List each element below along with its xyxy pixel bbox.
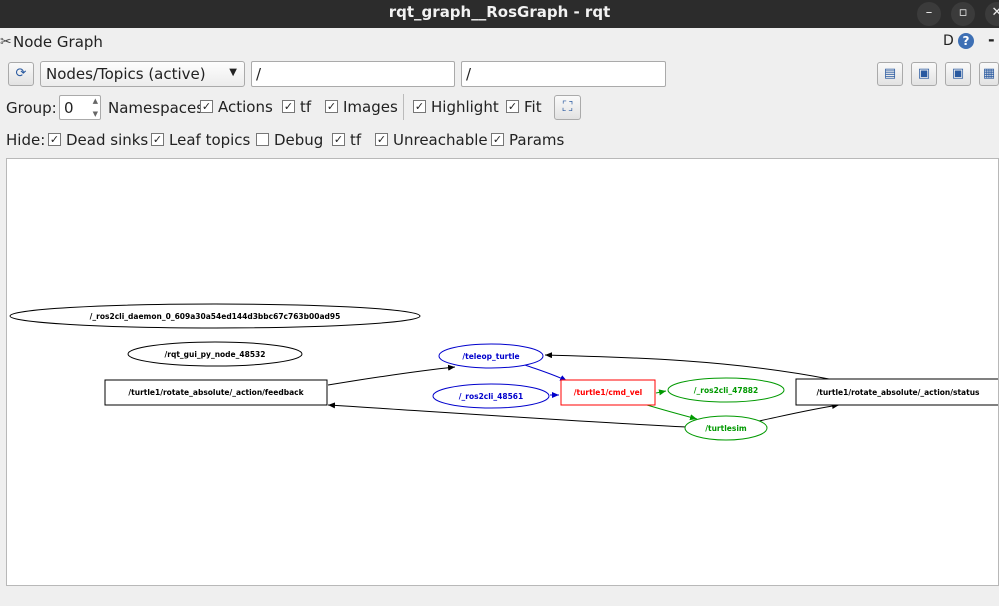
topic-cmd-vel[interactable]: /turtle1/cmd_vel	[560, 379, 656, 406]
spin-down-icon[interactable]: ▼	[93, 110, 98, 118]
exclude-filter-input[interactable]: /	[461, 61, 666, 87]
highlight-label: Highlight	[431, 98, 499, 116]
toolbar-separator	[403, 94, 404, 120]
chevron-down-icon: ▼	[229, 67, 237, 78]
edge-cmdvel-turtlesim	[646, 404, 698, 421]
svg-text:/turtle1/rotate_absolute/_acti: /turtle1/rotate_absolute/_action/status	[817, 388, 981, 397]
svg-text:/_ros2cli_48561: /_ros2cli_48561	[459, 392, 523, 401]
svg-text:/turtlesim: /turtlesim	[705, 424, 747, 433]
leaf-topics-checkbox[interactable]: ✓	[151, 133, 164, 146]
save-icon[interactable]: ▤	[877, 62, 903, 86]
dock-header: ✂ Node Graph	[0, 28, 999, 56]
edge-teleop-cmdvel	[524, 364, 568, 382]
debug-checkbox[interactable]	[256, 133, 269, 146]
spin-up-icon[interactable]: ▲	[93, 97, 98, 105]
svg-text:/_ros2cli_47882: /_ros2cli_47882	[694, 386, 758, 395]
image-icon[interactable]: ▦	[979, 62, 999, 86]
fit-view-icon[interactable]: ⛶	[554, 95, 581, 120]
fit-checkbox[interactable]: ✓	[506, 100, 519, 113]
dead-sinks-label: Dead sinks	[66, 131, 149, 149]
tf-checkbox[interactable]: ✓	[282, 100, 295, 113]
actions-checkbox[interactable]: ✓	[200, 100, 213, 113]
debug-label: Debug	[274, 131, 324, 149]
images-label: Images	[343, 98, 398, 116]
svg-text:/rqt_gui_py_node_48532: /rqt_gui_py_node_48532	[165, 350, 266, 359]
topic-status[interactable]: /turtle1/rotate_absolute/_action/status	[795, 378, 998, 406]
topic-feedback[interactable]: /turtle1/rotate_absolute/_action/feedbac…	[104, 379, 328, 406]
svg-text:/turtle1/rotate_absolute/_acti: /turtle1/rotate_absolute/_action/feedbac…	[128, 388, 304, 397]
node-teleop-turtle[interactable]: /teleop_turtle	[438, 343, 544, 369]
group-spinbox[interactable]: 0 ▲ ▼	[59, 95, 101, 120]
edge-cmdvel-ros2cli47882	[655, 389, 667, 396]
export-icon[interactable]: ▣	[945, 62, 971, 86]
edge-status-teleop	[544, 352, 830, 380]
window-titlebar: rqt_graph__RosGraph - rqt – ▫ ✕	[0, 0, 999, 28]
view-mode-value: Nodes/Topics (active)	[46, 65, 206, 83]
hide-label: Hide:	[6, 131, 46, 149]
hide-tf-label: tf	[350, 131, 362, 149]
unreachable-label: Unreachable	[393, 131, 488, 149]
maximize-button[interactable]: ▫	[951, 2, 975, 26]
dock-title: Node Graph	[13, 33, 103, 51]
tf-label: tf	[300, 98, 312, 116]
node-rqt-gui[interactable]: /rqt_gui_py_node_48532	[127, 341, 303, 367]
help-icon[interactable]: ?	[958, 33, 974, 49]
svg-text:/_ros2cli_daemon_0_609a30a54ed: /_ros2cli_daemon_0_609a30a54ed144d3bbc67…	[90, 312, 341, 321]
images-checkbox[interactable]: ✓	[325, 100, 338, 113]
edge-feedback-teleop	[327, 364, 456, 386]
refresh-icon[interactable]: ⟳	[8, 62, 34, 86]
params-checkbox[interactable]: ✓	[491, 133, 504, 146]
d-button[interactable]: D	[943, 33, 954, 49]
svg-text:/teleop_turtle: /teleop_turtle	[462, 352, 519, 361]
node-daemon[interactable]: /_ros2cli_daemon_0_609a30a54ed144d3bbc67…	[9, 303, 421, 329]
minimize-button[interactable]: –	[917, 2, 941, 26]
dead-sinks-checkbox[interactable]: ✓	[48, 133, 61, 146]
close-button[interactable]: ✕	[985, 2, 999, 26]
fit-label: Fit	[524, 98, 542, 116]
svg-text:/turtle1/cmd_vel: /turtle1/cmd_vel	[574, 388, 643, 397]
edge-turtlesim-feedback	[327, 402, 688, 428]
actions-label: Actions	[218, 98, 273, 116]
leaf-topics-label: Leaf topics	[169, 131, 251, 149]
unreachable-checkbox[interactable]: ✓	[375, 133, 388, 146]
node-turtlesim[interactable]: /turtlesim	[684, 415, 768, 441]
load-icon[interactable]: ▣	[911, 62, 937, 86]
dock-menu-button[interactable]: -	[988, 30, 995, 49]
graph-canvas[interactable]: /_ros2cli_daemon_0_609a30a54ed144d3bbc67…	[6, 158, 999, 586]
group-label: Group:	[6, 99, 57, 117]
hide-tf-checkbox[interactable]: ✓	[332, 133, 345, 146]
node-ros2cli-47882[interactable]: /_ros2cli_47882	[667, 377, 785, 403]
edge-turtlesim-status	[758, 403, 840, 422]
include-filter-input[interactable]: /	[251, 61, 455, 87]
node-graph[interactable]: /_ros2cli_daemon_0_609a30a54ed144d3bbc67…	[7, 159, 998, 585]
view-mode-combo[interactable]: Nodes/Topics (active) ▼	[40, 61, 245, 87]
highlight-checkbox[interactable]: ✓	[413, 100, 426, 113]
params-label: Params	[509, 131, 565, 149]
dock-icon[interactable]: ✂	[0, 34, 12, 50]
node-ros2cli-48561[interactable]: /_ros2cli_48561	[432, 383, 550, 409]
window-title: rqt_graph__RosGraph - rqt	[388, 3, 611, 21]
namespaces-label: Namespaces	[108, 99, 205, 117]
